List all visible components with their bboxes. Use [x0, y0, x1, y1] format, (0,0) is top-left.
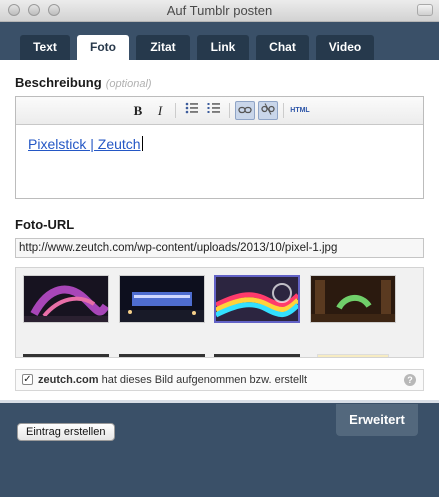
description-text[interactable]: Pixelstick | Zeutch: [28, 136, 143, 152]
editor-toolbar: B I HTML: [16, 97, 423, 125]
footer-bar: Eintrag erstellen Erweitert: [0, 400, 439, 497]
toolbar-divider: [229, 103, 230, 118]
window-title: Auf Tumblr posten: [166, 3, 273, 18]
bold-button[interactable]: B: [128, 101, 148, 120]
tab-text[interactable]: Text: [20, 35, 70, 60]
tab-foto[interactable]: Foto: [77, 35, 129, 60]
post-type-tabs: Text Foto Zitat Link Chat Video: [0, 22, 439, 60]
italic-button[interactable]: I: [150, 101, 170, 120]
toolbar-toggle-button[interactable]: [417, 4, 433, 16]
photo-url-field[interactable]: http://www.zeutch.com/wp-content/uploads…: [15, 238, 424, 258]
window-title-bar: Auf Tumblr posten: [0, 0, 439, 22]
tab-zitat[interactable]: Zitat: [136, 35, 190, 60]
text-caret: [141, 136, 143, 151]
description-heading: Beschreibung (optional): [15, 75, 152, 90]
toolbar-divider: [175, 103, 176, 118]
unlink-icon[interactable]: [258, 101, 278, 120]
toolbar-divider: [283, 103, 284, 118]
help-icon[interactable]: ?: [404, 374, 416, 386]
image-thumbnail[interactable]: [119, 354, 205, 357]
description-label: Beschreibung: [15, 75, 102, 90]
tab-video[interactable]: Video: [316, 35, 374, 60]
image-picker[interactable]: [15, 267, 424, 358]
image-thumbnail[interactable]: [23, 275, 109, 323]
source-credit-checkbox[interactable]: ✓: [22, 374, 33, 385]
source-credit-row: ✓ zeutch.com hat dieses Bild aufgenommen…: [15, 369, 424, 391]
image-thumbnail[interactable]: [119, 275, 205, 323]
image-thumbnail[interactable]: [214, 354, 300, 357]
bullet-list-icon[interactable]: [182, 101, 202, 120]
advanced-button[interactable]: Erweitert: [336, 404, 418, 436]
create-post-button[interactable]: Eintrag erstellen: [17, 423, 115, 441]
source-credit-text: zeutch.com hat dieses Bild aufgenommen b…: [38, 374, 308, 386]
image-thumbnail[interactable]: [310, 275, 396, 323]
photo-url-label: Foto-URL: [15, 217, 75, 232]
image-thumbnail[interactable]: [23, 354, 109, 357]
tab-chat[interactable]: Chat: [256, 35, 309, 60]
html-button[interactable]: HTML: [288, 101, 312, 120]
image-thumbnail-selected[interactable]: [214, 275, 300, 323]
image-thumbnail[interactable]: [317, 354, 389, 357]
description-editor[interactable]: B I HTML Pixelstick | Zeutch: [15, 96, 424, 199]
optional-hint: (optional): [105, 78, 152, 90]
link-icon[interactable]: [235, 101, 255, 120]
photo-post-form: Beschreibung (optional) B I HTML Pixelsti…: [0, 60, 439, 400]
tab-link[interactable]: Link: [197, 35, 249, 60]
numbered-list-icon[interactable]: [204, 101, 224, 120]
